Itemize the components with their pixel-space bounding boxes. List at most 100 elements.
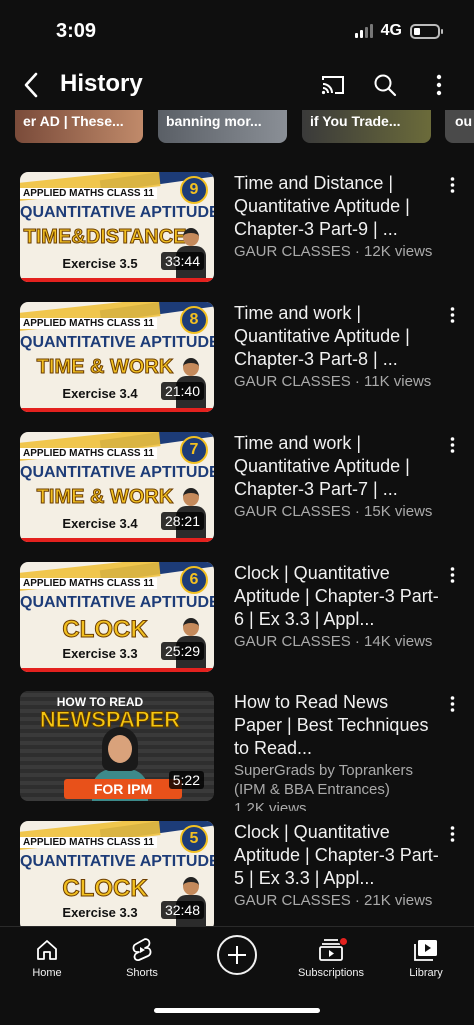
video-meta: Time and work | Quantitative Aptitude | … [234,432,440,521]
plus-icon [228,946,246,964]
thumb-subject: QUANTITATIVE APTITUDE [20,594,214,611]
battery-icon [410,23,443,39]
video-item[interactable]: APPLIED MATHS CLASS 11 7 QUANTITATIVE AP… [0,432,474,544]
more-vertical-icon [450,826,454,842]
status-bar: 3:09 4G [0,0,474,62]
thumb-class-label: APPLIED MATHS CLASS 11 [20,578,157,589]
duration-badge: 5:22 [168,771,204,789]
thumb-number-badge: 7 [180,436,208,464]
watch-progress-bar [20,278,214,282]
video-more-button[interactable] [440,302,464,328]
video-channel-views: GAUR CLASSES · 21K views [234,892,433,909]
more-vertical-icon [450,696,454,712]
video-thumbnail[interactable]: APPLIED MATHS CLASS 11 8 QUANTITATIVE AP… [20,302,214,412]
thumb-exercise: Exercise 3.4 [62,386,138,401]
video-title[interactable]: Time and Distance | Quantitative Aptitud… [234,172,440,241]
nav-library-label: Library [409,967,443,979]
thumb-subject: QUANTITATIVE APTITUDE [20,334,214,351]
video-item[interactable]: APPLIED MATHS CLASS 11 9 QUANTITATIVE AP… [0,172,474,284]
video-item[interactable]: APPLIED MATHS CLASS 11 6 QUANTITATIVE AP… [0,562,474,674]
more-vertical-icon [436,74,442,96]
video-more-button[interactable] [440,821,464,847]
video-meta: Clock | Quantitative Aptitude | Chapter-… [234,562,440,651]
short-label: banning mor... [166,113,262,129]
thumb-exercise: Exercise 3.4 [62,516,138,531]
video-channel-views: GAUR CLASSES · 15K views [234,503,433,520]
video-title[interactable]: How to Read News Paper | Best Techniques… [234,691,440,760]
more-options-button[interactable] [424,70,454,100]
search-button[interactable] [370,70,400,100]
notification-dot [339,937,348,946]
thumb-exercise: Exercise 3.3 [62,646,138,661]
video-channel-views: GAUR CLASSES · 14K views [234,633,433,650]
duration-badge: 25:29 [160,642,204,660]
nav-home-label: Home [32,967,62,979]
video-thumbnail[interactable]: APPLIED MATHS CLASS 11 5 QUANTITATIVE AP… [20,821,214,931]
video-title[interactable]: Clock | Quantitative Aptitude | Chapter-… [234,562,440,631]
nav-library[interactable]: Library [381,935,471,987]
short-card[interactable]: banning mor... [158,110,287,143]
video-more-button[interactable] [440,432,464,458]
nav-home[interactable]: Home [2,935,92,987]
video-meta: Clock | Quantitative Aptitude | Chapter-… [234,821,440,910]
short-label: er AD | These... [23,113,124,129]
more-vertical-icon [450,567,454,583]
home-indicator [154,1008,320,1013]
video-thumbnail[interactable]: APPLIED MATHS CLASS 11 6 QUANTITATIVE AP… [20,562,214,672]
thumb-subject: QUANTITATIVE APTITUDE [20,204,214,221]
video-channel: SuperGrads by Toprankers (IPM & BBA Entr… [234,762,413,798]
video-more-button[interactable] [440,172,464,198]
nav-subscriptions[interactable]: Subscriptions [286,935,376,987]
thumb-exercise: Exercise 3.3 [62,905,138,920]
thumb-class-label: APPLIED MATHS CLASS 11 [20,188,157,199]
app-header: History [0,62,474,108]
back-button[interactable] [16,70,46,100]
short-card[interactable]: er AD | These... [15,110,143,143]
short-card[interactable]: ou [445,110,474,143]
video-more-button[interactable] [440,562,464,588]
video-title[interactable]: Time and work | Quantitative Aptitude | … [234,432,440,501]
video-item[interactable]: APPLIED MATHS CLASS 11 5 QUANTITATIVE AP… [0,821,474,933]
thumb-class-label: APPLIED MATHS CLASS 11 [20,837,157,848]
thumb-number-badge: 8 [180,306,208,334]
video-more-button[interactable] [440,691,464,717]
duration-badge: 21:40 [160,382,204,400]
video-item[interactable]: HOW TO READ NEWSPAPER FOR IPM 5:22 How t… [0,691,474,811]
video-title[interactable]: Clock | Quantitative Aptitude | Chapter-… [234,821,440,890]
cast-icon [321,76,344,95]
thumb-class-label: APPLIED MATHS CLASS 11 [20,448,157,459]
thumb-number-badge: 9 [180,176,208,204]
thumb-number-badge: 5 [180,825,208,853]
thumb-topic: CLOCK [62,875,148,903]
thumb-subject: QUANTITATIVE APTITUDE [20,853,214,870]
video-thumbnail[interactable]: APPLIED MATHS CLASS 11 7 QUANTITATIVE AP… [20,432,214,542]
video-thumbnail[interactable]: HOW TO READ NEWSPAPER FOR IPM 5:22 [20,691,214,801]
shorts-shelf: er AD | These... banning mor... if You T… [0,110,474,144]
home-icon [37,940,57,960]
create-button[interactable] [217,935,257,975]
video-thumbnail[interactable]: APPLIED MATHS CLASS 11 9 QUANTITATIVE AP… [20,172,214,282]
nav-shorts[interactable]: Shorts [97,935,187,987]
short-label: ou [455,113,473,129]
more-vertical-icon [450,307,454,323]
cast-button[interactable] [318,70,348,100]
thumb-topic: TIME&DISTANCE [23,226,187,249]
video-meta: How to Read News Paper | Best Techniques… [234,691,440,811]
page-title: History [60,70,143,97]
video-title[interactable]: Time and work | Quantitative Aptitude | … [234,302,440,371]
thumb-banner: FOR IPM [64,779,182,799]
video-channel-views: GAUR CLASSES · 12K views [234,243,433,260]
duration-badge: 32:48 [160,901,204,919]
nav-subscriptions-label: Subscriptions [297,967,365,979]
thumb-subject: QUANTITATIVE APTITUDE [20,464,214,481]
duration-badge: 33:44 [160,252,204,270]
thumb-exercise: Exercise 3.5 [62,256,138,271]
status-time: 3:09 [56,20,97,42]
short-label: if You Trade... [310,113,401,129]
thumb-topic: TIME & WORK [36,486,174,509]
thumb-class-label: APPLIED MATHS CLASS 11 [20,318,157,329]
status-indicators: 4G [354,22,443,40]
short-card[interactable]: if You Trade... [302,110,431,143]
search-icon [374,74,397,97]
video-item[interactable]: APPLIED MATHS CLASS 11 8 QUANTITATIVE AP… [0,302,474,414]
